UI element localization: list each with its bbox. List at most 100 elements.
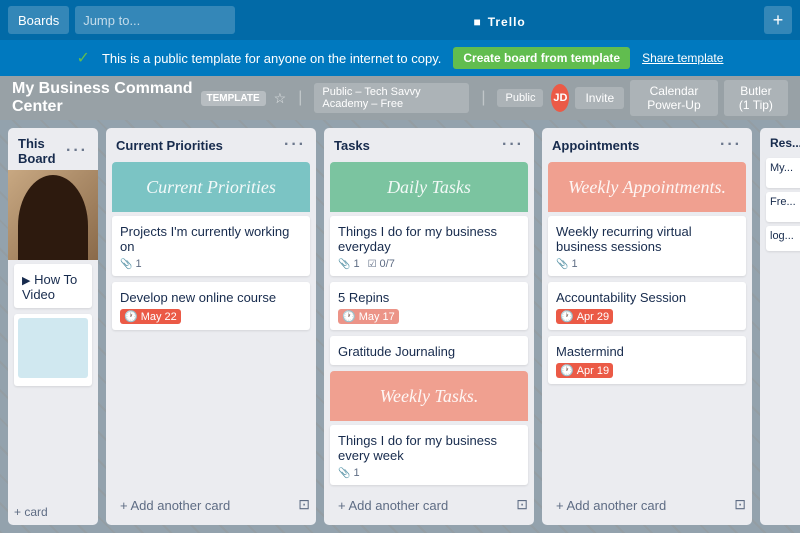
card-things-everyday[interactable]: Things I do for my business everyday 1 0…	[330, 216, 528, 276]
avatar[interactable]: JD	[551, 84, 569, 112]
person-image	[18, 175, 88, 260]
clip-icon-appointments	[556, 258, 568, 270]
boards-button[interactable]: Boards	[8, 6, 69, 34]
column-tasks: Tasks ··· Daily Tasks Things I do for my…	[324, 128, 534, 525]
check-icon: ✓	[77, 48, 90, 68]
separator2: |	[481, 89, 485, 107]
card-develop-course[interactable]: Develop new online course 🕐 May 22	[112, 282, 310, 330]
card-things-every-week[interactable]: Things I do for my business every week 1	[330, 425, 528, 485]
share-template-link[interactable]: Share template	[642, 51, 723, 65]
butler-button[interactable]: Butler (1 Tip)	[724, 80, 788, 116]
visibility-badge[interactable]: Public – Tech Savvy Academy – Free	[314, 83, 469, 113]
checklist-icon	[368, 258, 377, 270]
card-badges-2: 🕐 May 22	[120, 309, 302, 324]
column-header-this-board: This Board ···	[8, 128, 98, 170]
card-mastermind[interactable]: Mastermind 🕐 Apr 19	[548, 336, 746, 384]
create-board-button[interactable]: Create board from template	[453, 47, 630, 69]
add-card-button-current-priorities[interactable]: + Add another card	[112, 492, 238, 519]
card-header-weekly-tasks: Weekly Tasks.	[330, 371, 528, 421]
column-body-resources: My... Fre... log...	[760, 154, 800, 525]
add-card-button-tasks[interactable]: + Add another card	[330, 492, 456, 519]
card-header-tasks: Daily Tasks	[330, 162, 528, 212]
card-virtual-sessions[interactable]: Weekly recurring virtual business sessio…	[548, 216, 746, 276]
clip-badge: 1	[120, 258, 142, 270]
board-header: My Business Command Center TEMPLATE ☆ | …	[0, 76, 800, 120]
column-current-priorities: Current Priorities ··· Current Prioritie…	[106, 128, 316, 525]
card-stub-3[interactable]: log...	[766, 226, 800, 251]
column-footer-current-priorities: + Add another card ⊡	[106, 488, 316, 525]
column-footer-appointments: + Add another card ⊡	[542, 488, 752, 525]
card-stub-1[interactable]: My...	[766, 158, 800, 188]
card-badges-accountability: 🕐 Apr 29	[556, 309, 738, 324]
card-badges-mastermind: 🕐 Apr 19	[556, 363, 738, 378]
checklist-badge: 0/7	[368, 258, 395, 270]
date-badge-apr29: 🕐 Apr 29	[556, 309, 613, 324]
column-header-resources: Res...	[760, 128, 800, 154]
column-menu-tasks[interactable]: ···	[502, 136, 524, 154]
card-badges-sessions: 1	[556, 258, 738, 270]
card-screenshot[interactable]	[14, 314, 92, 386]
card-title-how-to-video: How To Video	[22, 272, 77, 302]
card-accountability[interactable]: Accountability Session 🕐 Apr 29	[548, 282, 746, 330]
add-card-button-appointments[interactable]: + Add another card	[548, 492, 674, 519]
column-header-appointments: Appointments ···	[542, 128, 752, 158]
board-area: This Board ··· ▶ How To Video + card Cur…	[0, 120, 800, 533]
card-template-icon-appointments[interactable]: ⊡	[734, 496, 746, 513]
clip-icon	[120, 258, 132, 270]
card-template-icon[interactable]: ⊡	[298, 496, 310, 513]
trello-logo: ■ Trello	[241, 10, 758, 31]
card-badges-weekly: 1	[338, 467, 520, 479]
column-body-this-board: ▶ How To Video	[8, 260, 98, 503]
card-how-to-video[interactable]: ▶ How To Video	[14, 264, 92, 308]
column-footer-tasks: + Add another card ⊡	[324, 488, 534, 525]
public-label[interactable]: Public	[497, 89, 543, 107]
separator: |	[298, 89, 302, 107]
clip-badge-appointments: 1	[556, 258, 578, 270]
clip-badge-weekly: 1	[338, 467, 360, 479]
card-title: Mastermind	[556, 344, 738, 359]
date-badge-may22: 🕐 May 22	[120, 309, 181, 324]
column-menu-appointments[interactable]: ···	[720, 136, 742, 154]
card-projects-working-on[interactable]: Projects I'm currently working on 1	[112, 216, 310, 276]
card-header-appointments: Weekly Appointments.	[548, 162, 746, 212]
column-appointments: Appointments ··· Weekly Appointments. We…	[542, 128, 752, 525]
card-template-icon-tasks[interactable]: ⊡	[516, 496, 528, 513]
column-menu-this-board[interactable]: ···	[66, 142, 88, 160]
top-navigation: Boards ■ Trello +	[0, 0, 800, 40]
column-title-resources: Res...	[770, 136, 800, 150]
column-footer-this-board: + card	[8, 503, 98, 525]
template-badge: TEMPLATE	[201, 91, 266, 106]
add-button[interactable]: +	[764, 6, 792, 34]
card-title: Weekly recurring virtual business sessio…	[556, 224, 738, 254]
invite-button[interactable]: Invite	[575, 87, 624, 109]
column-title-current-priorities: Current Priorities	[116, 138, 223, 153]
column-body-appointments: Weekly Appointments. Weekly recurring vi…	[542, 158, 752, 488]
card-title: Gratitude Journaling	[338, 344, 520, 359]
card-title: Things I do for my business everyday	[338, 224, 520, 254]
column-body-current-priorities: Current Priorities Projects I'm currentl…	[106, 158, 316, 488]
card-header-current-priorities: Current Priorities	[112, 162, 310, 212]
column-title-tasks: Tasks	[334, 138, 370, 153]
date-badge-apr19: 🕐 Apr 19	[556, 363, 613, 378]
column-image-this-board	[8, 170, 98, 260]
star-icon[interactable]: ☆	[274, 90, 287, 107]
template-banner: ✓ This is a public template for anyone o…	[0, 40, 800, 76]
column-resources-stub: Res... My... Fre... log...	[760, 128, 800, 525]
card-title: Projects I'm currently working on	[120, 224, 302, 254]
card-icon-video: ▶	[22, 275, 30, 287]
card-gratitude[interactable]: Gratitude Journaling	[330, 336, 528, 365]
card-badges-repins: 🕐 May 17	[338, 309, 520, 324]
clip-icon-tasks	[338, 258, 350, 270]
clip-badge-tasks: 1	[338, 258, 360, 270]
date-badge-may17: 🕐 May 17	[338, 309, 399, 324]
card-5-repins[interactable]: 5 Repins 🕐 May 17	[330, 282, 528, 330]
card-stub-2[interactable]: Fre...	[766, 192, 800, 222]
calendar-power-up-button[interactable]: Calendar Power-Up	[630, 80, 718, 116]
column-body-tasks: Daily Tasks Things I do for my business …	[324, 158, 534, 488]
search-input[interactable]	[75, 6, 235, 34]
add-card-partial[interactable]: + card	[14, 505, 48, 519]
card-title: Develop new online course	[120, 290, 302, 305]
clip-icon-weekly	[338, 467, 350, 479]
column-menu-current-priorities[interactable]: ···	[284, 136, 306, 154]
card-title: Things I do for my business every week	[338, 433, 520, 463]
